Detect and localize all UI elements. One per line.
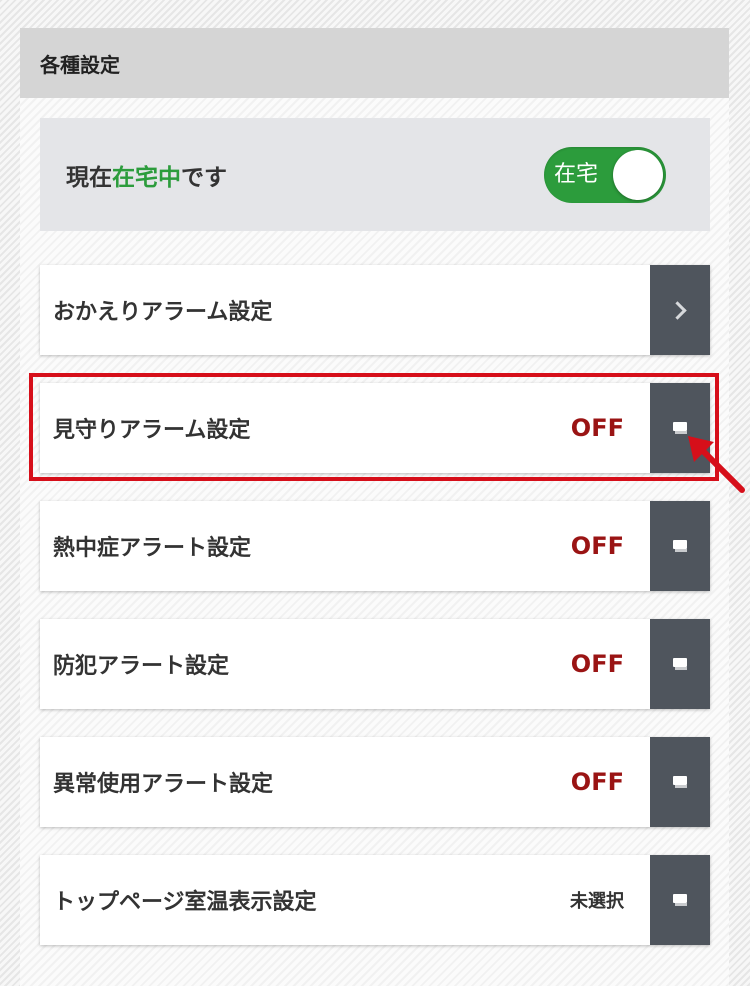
row-okaeri-alarm[interactable]: おかえりアラーム設定 — [40, 265, 710, 355]
row-heatstroke-alert-button[interactable] — [650, 501, 710, 591]
highlight-box — [29, 373, 719, 481]
panel-title: 各種設定 — [20, 28, 729, 98]
row-value: OFF — [570, 650, 624, 678]
row-label: 防犯アラート設定 — [53, 654, 230, 679]
square-icon — [673, 539, 687, 552]
row-abnormal-usage-alert-button[interactable] — [650, 737, 710, 827]
chevron-right-icon — [667, 300, 687, 320]
square-icon — [673, 657, 687, 670]
presence-status-text: 現在在宅中です — [66, 158, 227, 192]
presence-status-box: 現在在宅中です 在宅 — [40, 118, 710, 231]
row-top-page-temperature-button[interactable] — [650, 855, 710, 945]
row-okaeri-alarm-button[interactable] — [650, 265, 710, 355]
row-abnormal-usage-alert[interactable]: 異常使用アラート設定 OFF — [40, 737, 710, 827]
square-icon — [673, 893, 687, 906]
row-value: 未選択 — [570, 891, 624, 912]
status-prefix: 現在 — [66, 164, 112, 191]
row-heatstroke-alert[interactable]: 熱中症アラート設定 OFF — [40, 501, 710, 591]
square-icon — [673, 775, 687, 788]
status-suffix: です — [181, 164, 227, 191]
row-security-alert-button[interactable] — [650, 619, 710, 709]
row-value: OFF — [570, 768, 624, 796]
row-security-alert[interactable]: 防犯アラート設定 OFF — [40, 619, 710, 709]
row-label: 異常使用アラート設定 — [53, 772, 274, 797]
settings-panel: 各種設定 現在在宅中です 在宅 おかえりアラーム設定 見守りアラーム設定 OFF… — [20, 28, 729, 986]
row-label: 熱中症アラート設定 — [53, 536, 252, 561]
pointer-arrow-icon — [688, 436, 745, 493]
presence-toggle[interactable]: 在宅 — [544, 146, 666, 203]
row-label: トップページ室温表示設定 — [53, 890, 317, 915]
status-highlight: 在宅中 — [112, 164, 181, 191]
row-top-page-temperature[interactable]: トップページ室温表示設定 未選択 — [40, 855, 710, 945]
row-value: OFF — [570, 532, 624, 560]
toggle-knob — [613, 149, 663, 200]
row-label: おかえりアラーム設定 — [53, 300, 273, 325]
toggle-label: 在宅 — [554, 161, 599, 187]
